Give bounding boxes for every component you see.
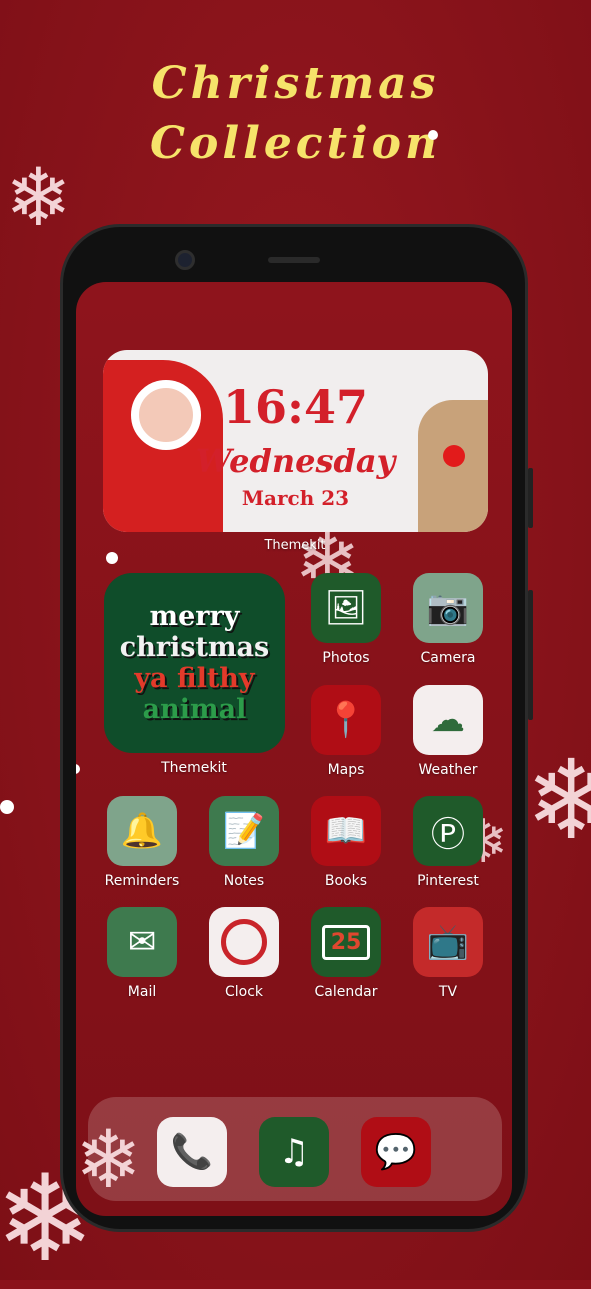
- app-mail[interactable]: ✉: [107, 907, 177, 977]
- title-line-2: Collection: [150, 118, 441, 169]
- book-icon: 📖: [324, 811, 368, 851]
- camera-icon: 📷: [426, 588, 470, 628]
- photos-icon: 🖼: [324, 588, 368, 628]
- speaker: [268, 257, 320, 263]
- clock-icon: [221, 919, 267, 965]
- widget-time: 16:47: [222, 380, 368, 434]
- app-label: Maps: [327, 762, 365, 778]
- snowflake-icon: ❄: [75, 1113, 143, 1206]
- snow-dot: [428, 130, 438, 140]
- app-photos[interactable]: 🖼: [311, 573, 381, 643]
- app-books[interactable]: 📖: [311, 796, 381, 866]
- notes-icon: 📝: [222, 811, 266, 851]
- quote-line: ya filthy: [134, 663, 255, 694]
- app-notes[interactable]: 📝: [209, 796, 279, 866]
- snowflake-icon: ❄: [5, 151, 73, 244]
- calendar-icon: 25: [321, 924, 371, 960]
- app-label: Mail: [127, 984, 157, 1000]
- app-label: Clock: [224, 984, 264, 1000]
- app-camera[interactable]: 📷: [413, 573, 483, 643]
- front-camera: [175, 250, 195, 270]
- app-label: Books: [324, 873, 368, 889]
- power-button: [528, 468, 533, 528]
- app-label: Reminders: [104, 873, 180, 889]
- widget-date: March 23: [241, 486, 350, 510]
- messages-icon: 💬: [374, 1132, 418, 1172]
- dock-messages-app[interactable]: 💬: [361, 1117, 431, 1187]
- snow-dot: [106, 552, 118, 564]
- app-label: Pinterest: [417, 873, 479, 889]
- clock-widget[interactable]: 16:47 Wednesday March 23: [103, 350, 488, 532]
- mail-icon: ✉: [127, 922, 157, 962]
- app-label: Camera: [420, 650, 476, 666]
- quote-widget[interactable]: merry christmas ya filthy animal: [104, 573, 285, 753]
- widget-label: Themekit: [264, 538, 326, 553]
- quote-widget-label: Themekit: [161, 760, 227, 776]
- dock-music-app[interactable]: ♫: [259, 1117, 329, 1187]
- quote-line: merry: [149, 601, 240, 632]
- app-maps[interactable]: 📍: [311, 685, 381, 755]
- app-calendar[interactable]: 25: [311, 907, 381, 977]
- app-weather[interactable]: ☁: [413, 685, 483, 755]
- volume-button: [528, 590, 533, 720]
- dock-phone-app[interactable]: 📞: [157, 1117, 227, 1187]
- app-label: Calendar: [314, 984, 378, 1000]
- app-clock[interactable]: [209, 907, 279, 977]
- quote-line: animal: [142, 694, 247, 725]
- title-line-1: Christmas: [151, 58, 440, 109]
- app-pinterest[interactable]: Ⓟ: [413, 796, 483, 866]
- app-label: TV: [438, 984, 458, 1000]
- pinterest-icon: Ⓟ: [431, 814, 465, 855]
- tv-icon: 📺: [426, 922, 470, 962]
- map-pin-icon: 📍: [324, 700, 368, 740]
- snowflake-icon: ❄: [525, 736, 591, 864]
- cloud-moon-icon: ☁: [431, 700, 465, 740]
- app-tv[interactable]: 📺: [413, 907, 483, 977]
- bells-icon: 🔔: [120, 811, 164, 851]
- snow-dot: [76, 764, 80, 774]
- app-label: Weather: [418, 762, 478, 778]
- app-label: Notes: [223, 873, 265, 889]
- music-icon: ♫: [278, 1132, 310, 1172]
- phone-icon: 📞: [170, 1132, 214, 1172]
- widget-day: Wednesday: [195, 442, 396, 480]
- app-label: Photos: [322, 650, 370, 666]
- snow-dot: [0, 800, 14, 814]
- app-reminders[interactable]: 🔔: [107, 796, 177, 866]
- quote-line: christmas: [119, 632, 270, 663]
